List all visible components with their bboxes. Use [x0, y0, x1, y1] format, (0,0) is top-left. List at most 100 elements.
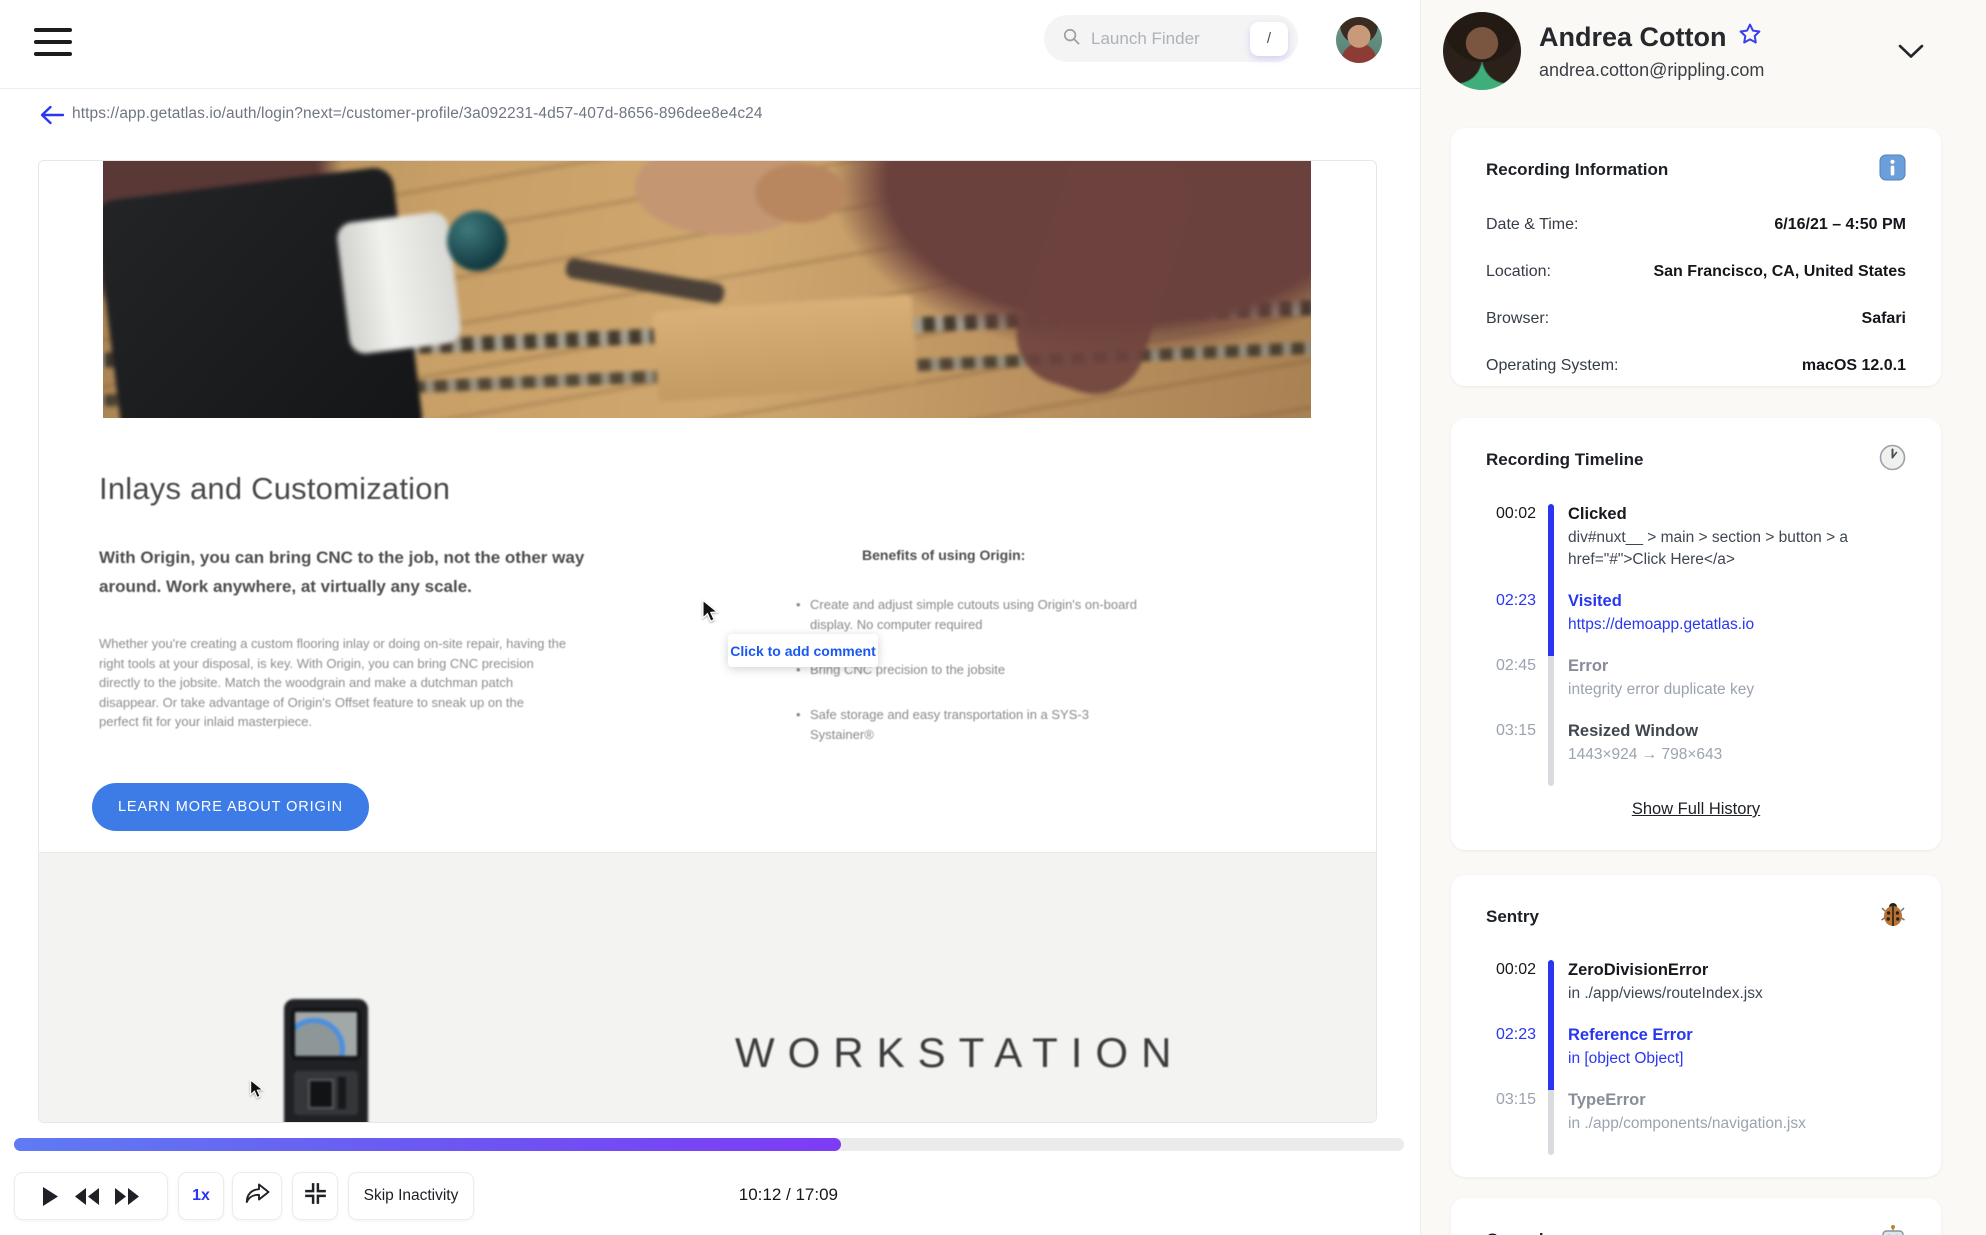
info-label: Browser: [1486, 310, 1550, 327]
clock-icon [1879, 444, 1906, 476]
event-bar [1548, 1090, 1554, 1155]
share-arrow-icon [245, 1183, 270, 1209]
reviewer-cursor-icon [701, 598, 720, 628]
recorded-page-url: https://app.getatlas.io/auth/login?next=… [72, 105, 763, 122]
event-time: 02:45 [1495, 657, 1536, 674]
recorded-page-heading: Inlays and Customization [99, 471, 451, 506]
chevron-down-icon[interactable] [1898, 44, 1924, 64]
info-label: Location: [1486, 263, 1551, 280]
search-input[interactable]: Launch Finder / [1044, 15, 1298, 62]
recording-information-title: Recording Information [1486, 160, 1669, 179]
bug-icon [1880, 901, 1906, 932]
recorded-cta-button: LEARN MORE ABOUT ORIGIN [92, 783, 369, 831]
info-icon [1879, 154, 1906, 186]
event-detail: in ./app/components/navigation.jsx [1568, 1115, 1806, 1132]
event-bar [1548, 656, 1554, 721]
benefit-item: Create and adjust simple cutouts using O… [796, 595, 1148, 635]
info-row: Date & Time: 6/16/21 – 4:50 PM [1486, 216, 1906, 234]
search-placeholder: Launch Finder [1091, 28, 1200, 48]
console-card: Console [1451, 1198, 1941, 1235]
recording-url-bar: https://app.getatlas.io/auth/login?next=… [0, 90, 1420, 142]
event-detail: 1443×924 → 798×643 [1568, 746, 1723, 763]
info-value: San Francisco, CA, United States [1653, 263, 1906, 280]
event-time: 03:15 [1495, 1091, 1536, 1108]
sentry-event[interactable]: 02:23 Reference Error in [object Object] [1486, 1025, 1906, 1090]
info-label: Operating System: [1486, 357, 1619, 374]
benefits-title: Benefits of using Origin: [862, 547, 1026, 563]
rewind-button[interactable] [74, 1187, 99, 1205]
event-detail: in [object Object] [1568, 1050, 1684, 1067]
session-replay-app: Launch Finder / https://app.getatlas.io/… [0, 0, 1986, 1235]
fast-forward-button[interactable] [115, 1187, 140, 1205]
event-time: 00:02 [1495, 961, 1536, 978]
event-bar [1548, 504, 1554, 591]
session-details-panel: Andrea Cotton andrea.cotton@rippling.com… [1420, 0, 1986, 1235]
profile-email: andrea.cotton@rippling.com [1539, 60, 1765, 80]
sentry-title: Sentry [1486, 906, 1539, 926]
back-arrow-icon[interactable] [38, 103, 66, 127]
playback-speed-button[interactable]: 1x [178, 1172, 224, 1220]
user-avatar[interactable] [1336, 17, 1382, 63]
event-detail: in ./app/views/routeIndex.jsx [1568, 985, 1763, 1002]
workstation-logo: WORKSTATION [735, 1029, 1185, 1076]
hero-image [103, 161, 1311, 418]
recorded-intro-bold: With Origin, you can bring CNC to the jo… [99, 548, 585, 596]
profile-header: Andrea Cotton andrea.cotton@rippling.com [1421, 0, 1986, 110]
progress-fill [14, 1138, 842, 1151]
star-icon[interactable] [1738, 22, 1762, 53]
router-device-image [284, 999, 368, 1122]
info-row: Operating System: macOS 12.0.1 [1486, 357, 1906, 375]
timeline-event[interactable]: 02:45 Error integrity error duplicate ke… [1486, 656, 1906, 721]
playback-progress-bar[interactable] [14, 1138, 1404, 1151]
event-title: Clicked [1568, 505, 1627, 523]
hamburger-menu-icon[interactable] [34, 26, 72, 58]
event-bar [1548, 960, 1554, 1025]
share-button[interactable] [232, 1172, 282, 1220]
playback-time: 10:12 / 17:09 [738, 1185, 838, 1204]
event-time: 02:23 [1495, 592, 1536, 609]
keyboard-shortcut-badge: / [1250, 21, 1288, 56]
info-row: Location: San Francisco, CA, United Stat… [1486, 263, 1906, 281]
profile-name: Andrea Cotton [1539, 22, 1727, 52]
collapse-corners-icon [304, 1182, 327, 1210]
event-time: 02:23 [1495, 1026, 1536, 1043]
replay-main-area: Launch Finder / https://app.getatlas.io/… [0, 0, 1420, 1235]
timeline-event[interactable]: 00:02 Clicked div#nuxt__ > main > sectio… [1486, 504, 1906, 591]
event-time: 00:02 [1495, 505, 1536, 522]
sentry-event[interactable]: 00:02 ZeroDivisionError in ./app/views/r… [1486, 960, 1906, 1025]
event-time: 03:15 [1495, 722, 1536, 739]
recording-timeline-card: Recording Timeline 00:02 Clicked div#nux… [1451, 418, 1941, 850]
sentry-event[interactable]: 03:15 TypeError in ./app/components/navi… [1486, 1090, 1906, 1155]
add-comment-tooltip[interactable]: Click to add comment [728, 634, 878, 667]
event-title: Resized Window [1568, 722, 1699, 740]
event-bar [1548, 721, 1554, 786]
event-bar [1548, 591, 1554, 656]
robot-icon [1880, 1224, 1906, 1235]
console-title: Console [1486, 1230, 1553, 1235]
event-detail: integrity error duplicate key [1568, 681, 1755, 698]
play-button[interactable] [42, 1186, 58, 1206]
recording-timeline-title: Recording Timeline [1486, 450, 1644, 469]
timeline-event[interactable]: 02:23 Visited https://demoapp.getatlas.i… [1486, 591, 1906, 656]
timeline-event[interactable]: 03:15 Resized Window 1443×924 → 798×643 [1486, 721, 1906, 786]
sentry-card: Sentry 00:02 ZeroDivisionError in ./app/… [1451, 875, 1941, 1177]
info-value: macOS 12.0.1 [1801, 357, 1906, 374]
info-value: 6/16/21 – 4:50 PM [1774, 216, 1906, 233]
top-bar: Launch Finder / [0, 0, 1420, 89]
recording-information-card: Recording Information Date & Time: 6/16/… [1451, 128, 1941, 386]
resize-view-button[interactable] [292, 1172, 338, 1220]
event-title: Visited [1568, 592, 1622, 610]
skip-inactivity-button[interactable]: Skip Inactivity [348, 1172, 474, 1220]
profile-avatar [1443, 12, 1521, 90]
recorded-intro-body: Whether you're creating a custom floorin… [99, 636, 567, 729]
search-icon [1062, 27, 1081, 51]
event-title: Reference Error [1568, 1026, 1693, 1044]
event-title: TypeError [1568, 1091, 1646, 1109]
event-detail: https://demoapp.getatlas.io [1568, 616, 1755, 633]
show-full-history-link[interactable]: Show Full History [1486, 800, 1906, 819]
info-value: Safari [1861, 310, 1906, 327]
info-row: Browser: Safari [1486, 310, 1906, 328]
recorded-lower-section: WORKSTATION [39, 852, 1376, 1122]
event-detail: div#nuxt__ > main > section > button > a… [1568, 529, 1849, 568]
event-title: Error [1568, 657, 1609, 675]
